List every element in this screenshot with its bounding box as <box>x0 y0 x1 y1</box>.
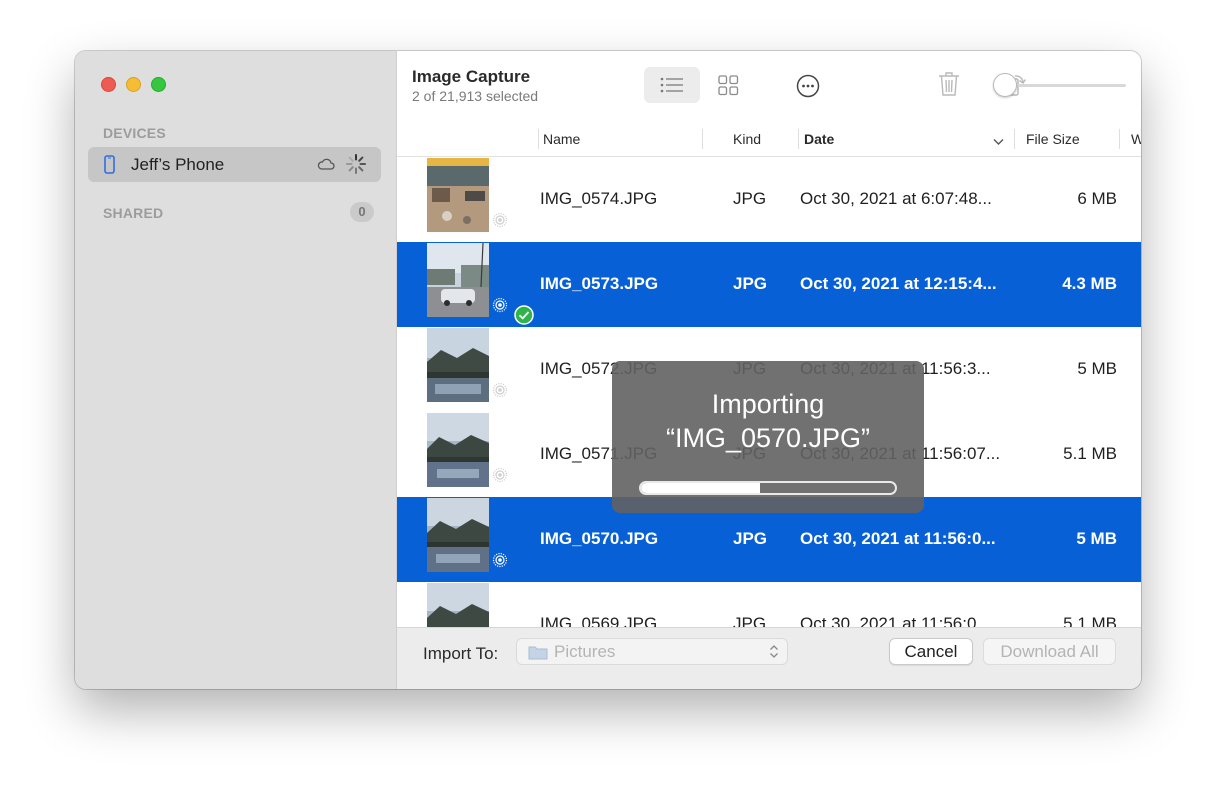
file-size: 5.1 MB <box>1063 444 1117 463</box>
import-progress-fill <box>641 483 761 493</box>
more-options-icon[interactable] <box>796 74 820 103</box>
file-date: Oct 30, 2021 at 11:56:0... <box>800 529 996 548</box>
table-row[interactable]: IMG_0573.JPG JPG Oct 30, 2021 at 12:15:4… <box>397 242 1141 328</box>
column-header-kind[interactable]: Kind <box>733 131 761 147</box>
shared-heading: SHARED <box>103 205 164 221</box>
list-view-button[interactable] <box>644 67 700 103</box>
shared-count-badge: 0 <box>350 202 374 222</box>
file-date: Oct 30, 2021 at 6:07:48... <box>800 189 992 208</box>
import-progress-filename: “IMG_0570.JPG” <box>665 423 871 453</box>
file-kind: JPG <box>733 529 768 548</box>
cancel-button[interactable]: Cancel <box>889 638 973 665</box>
table-header: Name Kind Date File Size W <box>397 121 1141 157</box>
folder-icon <box>528 644 548 665</box>
phone-icon <box>104 155 115 179</box>
table-row[interactable]: IMG_0569.JPG JPG Oct 30, 2021 at 11:56:0… <box>397 582 1141 627</box>
loading-spinner-icon <box>345 153 367 180</box>
chevron-down-icon[interactable] <box>993 133 1004 151</box>
zoom-window-button[interactable] <box>151 77 166 92</box>
photo-thumbnail <box>427 583 489 627</box>
chevron-up-down-icon <box>769 644 779 664</box>
import-bar: Import To: Pictures Cancel Download All <box>397 627 1141 689</box>
minimize-window-button[interactable] <box>126 77 141 92</box>
table-row[interactable]: IMG_0574.JPG JPG Oct 30, 2021 at 6:07:48… <box>397 157 1141 243</box>
file-size: 6 MB <box>1077 189 1117 208</box>
devices-heading: DEVICES <box>103 125 166 141</box>
file-name: IMG_0574.JPG <box>540 189 658 208</box>
import-progress-bar <box>639 481 897 495</box>
file-date: Oct 30, 2021 at 11:56:0... <box>800 614 991 627</box>
import-destination-select[interactable]: Pictures <box>516 638 788 665</box>
import-progress-title: Importing <box>711 389 825 419</box>
live-photo-icon <box>492 212 508 233</box>
list-view-icon <box>660 76 684 99</box>
live-photo-icon <box>492 552 508 573</box>
import-to-label: Import To: <box>423 644 499 663</box>
column-separator <box>538 129 539 149</box>
file-size: 5.1 MB <box>1063 614 1117 627</box>
grid-view-button[interactable] <box>701 67 757 103</box>
photo-thumbnail <box>427 328 489 402</box>
import-destination-value: Pictures <box>554 642 616 661</box>
live-photo-icon <box>492 297 508 318</box>
file-name: IMG_0570.JPG <box>540 529 659 548</box>
photo-thumbnail <box>427 413 489 487</box>
column-header-name[interactable]: Name <box>543 131 580 147</box>
column-header-width[interactable]: W <box>1131 131 1141 147</box>
download-all-button[interactable]: Download All <box>983 638 1116 665</box>
file-date: Oct 30, 2021 at 12:15:4... <box>800 274 997 293</box>
device-name-label: Jeff’s Phone <box>131 155 225 174</box>
column-separator <box>798 129 799 149</box>
sidebar: DEVICES Jeff’s Phone SHARED 0 <box>75 51 397 689</box>
file-kind: JPG <box>733 189 767 208</box>
file-size: 5 MB <box>1076 529 1117 548</box>
column-separator <box>702 129 703 149</box>
file-size: 4.3 MB <box>1062 274 1117 293</box>
selection-count: 2 of 21,913 selected <box>412 88 539 104</box>
photo-thumbnail <box>427 498 489 572</box>
app-title: Image Capture <box>412 67 531 86</box>
file-kind: JPG <box>733 614 767 627</box>
close-window-button[interactable] <box>101 77 116 92</box>
grid-view-icon <box>718 75 739 101</box>
cloud-icon <box>317 157 335 175</box>
file-name: IMG_0573.JPG <box>540 274 659 293</box>
photo-thumbnail <box>427 158 489 232</box>
photo-thumbnail <box>427 243 489 317</box>
file-size: 5 MB <box>1077 359 1117 378</box>
toolbar: Image Capture 2 of 21,913 selected <box>397 51 1141 121</box>
trash-icon[interactable] <box>938 71 960 102</box>
thumbnail-size-slider-track[interactable] <box>1004 84 1126 87</box>
thumbnail-size-slider-knob[interactable] <box>993 73 1017 97</box>
file-name: IMG_0569.JPG <box>540 614 658 627</box>
live-photo-icon <box>492 382 508 403</box>
file-kind: JPG <box>733 274 768 293</box>
import-progress-overlay: Importing “IMG_0570.JPG” <box>612 361 924 513</box>
live-photo-icon <box>492 467 508 488</box>
column-separator <box>1119 129 1120 149</box>
image-capture-window: DEVICES Jeff’s Phone SHARED 0 Image Capt… <box>75 51 1141 689</box>
column-separator <box>1014 129 1015 149</box>
column-header-date[interactable]: Date <box>804 131 834 147</box>
column-header-file-size[interactable]: File Size <box>1026 131 1080 147</box>
sidebar-item-jeffs-phone[interactable]: Jeff’s Phone <box>88 147 381 182</box>
